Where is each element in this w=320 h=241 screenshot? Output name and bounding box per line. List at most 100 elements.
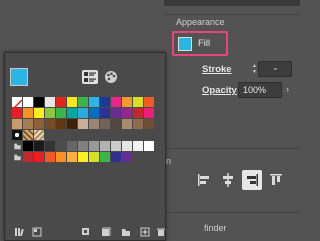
color-swatch[interactable] [78, 152, 88, 162]
color-swatch[interactable] [56, 119, 66, 129]
color-picker-icon [105, 71, 117, 83]
color-picker-button[interactable] [103, 70, 119, 84]
color-swatch[interactable] [67, 108, 77, 118]
color-swatch[interactable] [111, 108, 121, 118]
color-swatch[interactable] [144, 141, 154, 151]
color-swatch[interactable] [34, 152, 44, 162]
color-swatch[interactable] [144, 108, 154, 118]
color-swatch[interactable] [133, 141, 143, 151]
new-swatch-icon[interactable] [140, 227, 150, 237]
fill-label: Fill [198, 38, 211, 49]
swatch-libraries-icon[interactable] [14, 227, 24, 237]
align-top-button[interactable] [266, 170, 286, 190]
color-swatch[interactable] [12, 119, 22, 129]
color-swatch[interactable] [78, 97, 88, 107]
color-swatch[interactable] [111, 119, 121, 129]
swatch-grid [11, 97, 154, 162]
color-swatch[interactable] [111, 97, 121, 107]
align-top-icon [270, 174, 282, 185]
stroke-label[interactable]: Stroke [202, 64, 232, 75]
color-swatch[interactable] [23, 119, 33, 129]
none-swatch[interactable] [11, 97, 23, 111]
divider [164, 148, 300, 149]
list-view-icon [84, 72, 96, 82]
color-swatch[interactable] [89, 108, 99, 118]
color-swatch[interactable] [122, 97, 132, 107]
color-swatch[interactable] [144, 119, 154, 129]
color-swatch[interactable] [45, 97, 55, 107]
color-swatch[interactable] [78, 141, 88, 151]
popup-bottom-toolbar [5, 226, 165, 240]
color-swatch[interactable] [56, 108, 66, 118]
color-swatch[interactable] [100, 152, 110, 162]
color-swatch[interactable] [56, 141, 66, 151]
chevron-down-icon[interactable]: ⌄ [272, 63, 279, 72]
color-swatch[interactable] [122, 141, 132, 151]
color-swatch[interactable] [122, 119, 132, 129]
color-swatch[interactable] [100, 141, 110, 151]
color-swatch[interactable] [67, 119, 77, 129]
pattern-swatch[interactable] [23, 130, 33, 140]
color-swatch[interactable] [100, 108, 110, 118]
delete-swatch-icon[interactable] [156, 227, 166, 237]
pattern-swatch[interactable] [34, 130, 44, 140]
color-swatch[interactable] [34, 141, 44, 151]
fill-color-swatch[interactable] [178, 36, 192, 51]
color-swatch[interactable] [23, 108, 33, 118]
color-swatch[interactable] [34, 108, 44, 118]
color-swatch[interactable] [111, 152, 121, 162]
swatches-view-button[interactable] [82, 70, 98, 84]
color-swatch[interactable] [67, 97, 77, 107]
color-swatch[interactable] [144, 97, 154, 107]
color-swatch[interactable] [78, 108, 88, 118]
color-swatch[interactable] [133, 108, 143, 118]
color-swatch[interactable] [100, 119, 110, 129]
pattern-swatch[interactable] [12, 130, 22, 140]
color-swatch[interactable] [45, 108, 55, 118]
current-color-swatch[interactable] [10, 68, 28, 86]
opacity-label[interactable]: Opacity [202, 85, 237, 96]
color-swatch[interactable] [89, 97, 99, 107]
color-swatch[interactable] [56, 97, 66, 107]
stepper-down-icon[interactable]: ▼ [252, 69, 257, 75]
folder-icon[interactable] [121, 227, 131, 237]
color-swatch[interactable] [122, 152, 132, 162]
color-swatch[interactable] [78, 119, 88, 129]
align-left-button[interactable] [194, 170, 214, 190]
color-swatch[interactable] [133, 97, 143, 107]
color-swatch[interactable] [34, 97, 44, 107]
show-kinds-icon[interactable] [32, 227, 42, 237]
color-swatch[interactable] [100, 97, 110, 107]
color-swatch[interactable] [67, 141, 77, 151]
color-swatch[interactable] [23, 97, 33, 107]
opacity-input[interactable]: 100% [238, 82, 282, 98]
color-swatch[interactable] [111, 141, 121, 151]
new-color-group-icon[interactable] [101, 227, 111, 237]
folder-icon [13, 143, 21, 150]
color-swatch[interactable] [133, 119, 143, 129]
align-buttons [194, 170, 286, 190]
color-swatch[interactable] [34, 119, 44, 129]
properties-panel: Appearance Fill Stroke ▲ ▼ ⌄ Opacity 100… [164, 0, 300, 241]
chevron-right-icon[interactable]: › [286, 84, 289, 94]
align-right-button[interactable] [242, 170, 262, 190]
color-swatch[interactable] [45, 141, 55, 151]
color-group-folder[interactable] [12, 141, 22, 151]
color-swatch[interactable] [23, 141, 33, 151]
color-swatch[interactable] [67, 152, 77, 162]
swatches-popup [4, 52, 166, 241]
fill-button[interactable]: Fill [172, 31, 228, 56]
color-swatch[interactable] [89, 152, 99, 162]
color-swatch[interactable] [12, 108, 22, 118]
color-group-folder[interactable] [12, 152, 22, 162]
color-swatch[interactable] [56, 152, 66, 162]
divider [164, 14, 300, 15]
color-swatch[interactable] [89, 141, 99, 151]
align-center-button[interactable] [218, 170, 238, 190]
color-swatch[interactable] [23, 152, 33, 162]
color-swatch[interactable] [89, 119, 99, 129]
color-swatch[interactable] [45, 119, 55, 129]
color-swatch[interactable] [45, 152, 55, 162]
swatch-options-icon[interactable] [81, 227, 91, 237]
color-swatch[interactable] [122, 108, 132, 118]
